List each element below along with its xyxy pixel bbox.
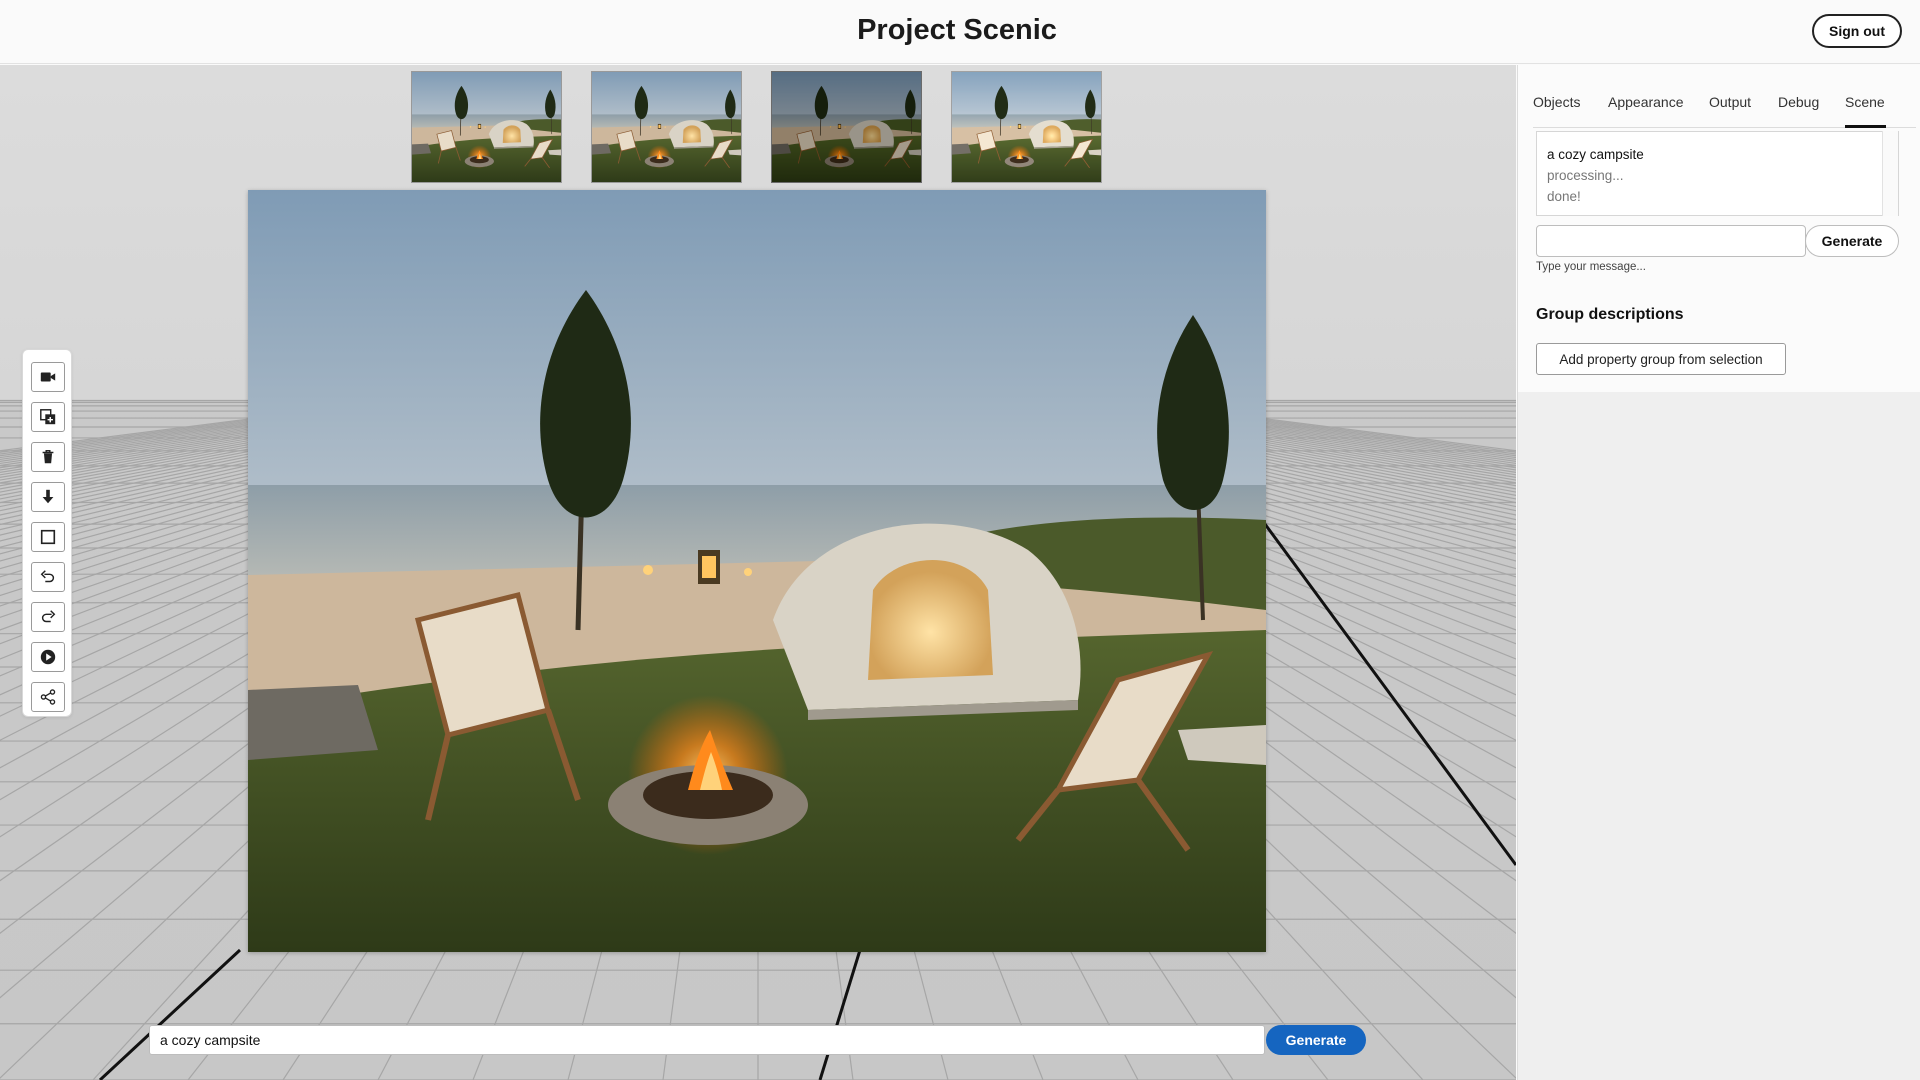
play-icon[interactable] [31, 642, 65, 672]
duplicate-icon[interactable] [31, 402, 65, 432]
message-log: a cozy campsite processing... done! [1536, 131, 1899, 216]
share-icon[interactable] [31, 682, 65, 712]
tab-objects[interactable]: Objects [1533, 94, 1580, 110]
thumbnail-variation-3[interactable] [771, 71, 922, 183]
drop-to-floor-icon[interactable] [31, 482, 65, 512]
tab-appearance[interactable]: Appearance [1608, 94, 1684, 110]
thumbnail-variation-2[interactable] [591, 71, 742, 183]
log-line: done! [1547, 189, 1581, 204]
sign-out-button[interactable]: Sign out [1812, 14, 1902, 48]
panel-card: Objects Appearance Output Debug Scene a … [1518, 65, 1920, 392]
tab-scene[interactable]: Scene [1845, 94, 1885, 110]
tool-palette [22, 349, 72, 717]
tab-debug[interactable]: Debug [1778, 94, 1819, 110]
log-line: a cozy campsite [1547, 147, 1644, 162]
log-scrollbar[interactable] [1882, 131, 1898, 216]
generated-scene-image[interactable] [248, 190, 1266, 952]
app-header: Project Scenic Sign out [0, 0, 1920, 64]
chat-message-input[interactable] [1536, 225, 1806, 257]
chat-generate-button[interactable]: Generate [1805, 225, 1899, 257]
undo-icon[interactable] [31, 562, 65, 592]
trash-icon[interactable] [31, 442, 65, 472]
redo-icon[interactable] [31, 602, 65, 632]
prompt-generate-button[interactable]: Generate [1266, 1025, 1366, 1055]
tab-output[interactable]: Output [1709, 94, 1751, 110]
active-tab-indicator [1845, 125, 1886, 128]
prompt-input[interactable] [149, 1025, 1265, 1055]
log-line: processing... [1547, 168, 1624, 183]
thumbnail-variation-4[interactable] [951, 71, 1102, 183]
chat-hint-text: Type your message... [1536, 261, 1646, 273]
add-property-group-button[interactable]: Add property group from selection [1536, 343, 1786, 375]
side-panel: Objects Appearance Output Debug Scene a … [1517, 65, 1920, 1080]
bounding-box-icon[interactable] [31, 522, 65, 552]
group-descriptions-heading: Group descriptions [1536, 306, 1684, 323]
thumbnail-variation-1[interactable] [411, 71, 562, 183]
app-title: Project Scenic [857, 14, 1057, 46]
scene-viewport[interactable]: Generate [0, 65, 1516, 1080]
camera-icon[interactable] [31, 362, 65, 392]
